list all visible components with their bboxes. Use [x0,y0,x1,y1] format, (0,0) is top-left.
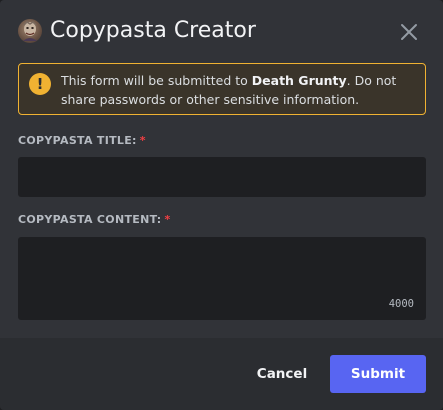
copypasta-modal: Copypasta Creator ! This form will be su… [0,0,443,410]
content-label-text: COPYPASTA CONTENT: [18,213,162,226]
cancel-button[interactable]: Cancel [248,355,316,393]
content-textarea[interactable] [18,237,426,320]
close-icon[interactable] [398,21,420,43]
warning-notice: ! This form will be submitted to Death G… [18,63,426,115]
title-field-label: COPYPASTA TITLE: * [18,134,146,147]
modal-title: Copypasta Creator [50,18,256,43]
character-limit-counter: 4000 [388,298,414,310]
title-label-text: COPYPASTA TITLE: [18,134,137,147]
submit-button[interactable]: Submit [330,355,426,393]
title-input[interactable] [18,157,426,197]
required-asterisk: * [139,134,146,147]
content-field-label: COPYPASTA CONTENT: * [18,213,171,226]
warning-bot-name: Death Grunty [251,73,347,88]
modal-footer: Cancel Submit [0,338,443,410]
warning-text-before: This form will be submitted to [61,73,252,88]
exclamation-icon: ! [29,73,51,95]
modal-header: Copypasta Creator [0,0,443,62]
required-asterisk: * [164,213,171,226]
warning-text: This form will be submitted to Death Gru… [61,71,417,109]
app-avatar-icon [18,19,42,43]
